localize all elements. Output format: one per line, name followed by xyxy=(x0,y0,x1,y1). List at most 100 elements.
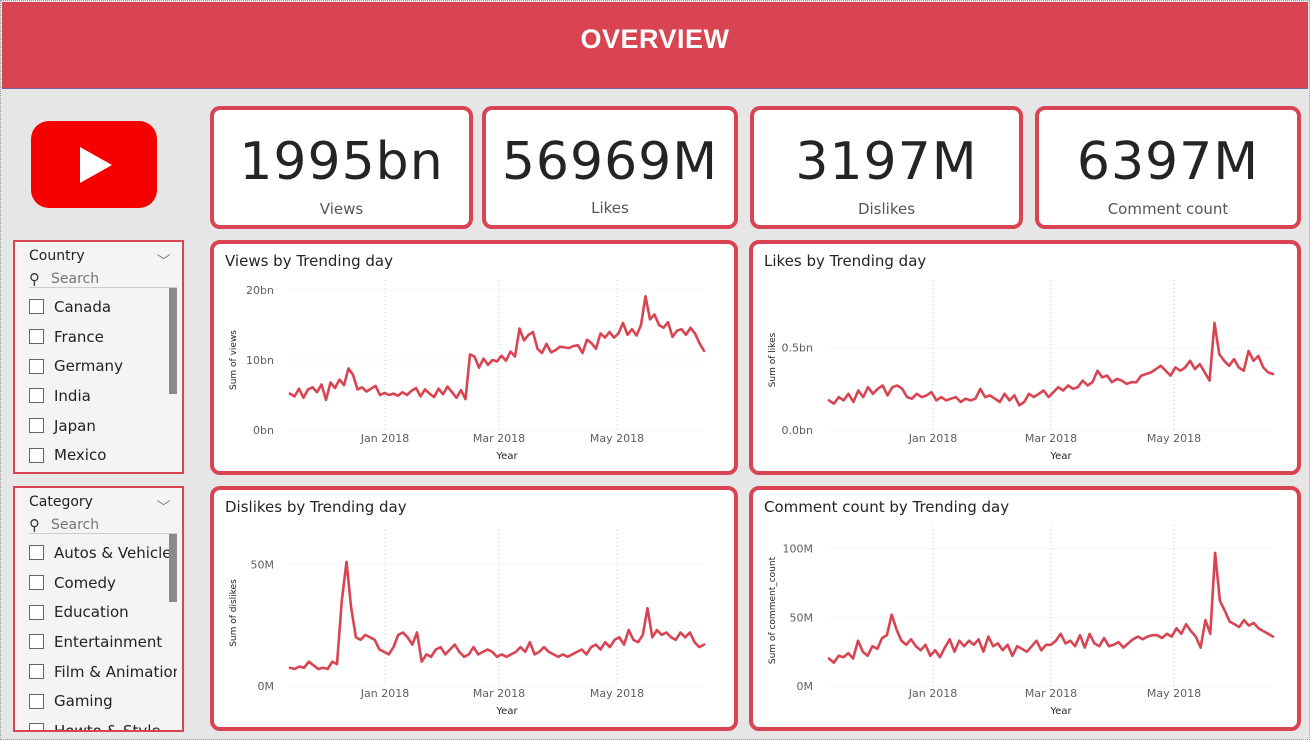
x-tick-label: Jan 2018 xyxy=(908,687,957,700)
slicer-item-label: Gaming xyxy=(54,692,113,711)
slicer-item[interactable]: Canada xyxy=(29,292,177,322)
y-tick-label: 0M xyxy=(797,680,814,693)
kpi-label: Dislikes xyxy=(857,200,916,218)
slicer-item[interactable]: Entertainment xyxy=(29,627,177,657)
kpi-value: 6397M xyxy=(1076,132,1260,192)
comment-count-by-trending-day-chart[interactable]: Comment count by Trending day 0M 50M 100M J… xyxy=(749,486,1301,731)
checkbox[interactable] xyxy=(29,723,44,730)
slicer-item[interactable]: Mexico xyxy=(29,440,177,470)
checkbox[interactable] xyxy=(29,634,44,650)
search-icon: ⚲ xyxy=(29,270,40,288)
search-input[interactable] xyxy=(51,270,171,288)
y-tick-label: 0.5bn xyxy=(782,342,813,355)
kpi-card-likes: 56969M Likes xyxy=(482,106,738,229)
slicer-item-label: Japan xyxy=(54,416,96,435)
x-tick-label: Mar 2018 xyxy=(473,687,525,700)
x-tick-label: May 2018 xyxy=(1147,687,1201,700)
checkbox[interactable] xyxy=(29,575,44,591)
x-axis-title: Year xyxy=(495,451,518,462)
checkbox[interactable] xyxy=(29,418,44,434)
series-line xyxy=(288,294,706,402)
checkbox[interactable] xyxy=(29,664,44,680)
scrollbar[interactable] xyxy=(169,288,177,394)
slicer-item-label: Film & Animation xyxy=(54,662,177,681)
checkbox[interactable] xyxy=(29,693,44,709)
kpi-label: Comment count xyxy=(1107,200,1229,218)
slicer-item-label: Mexico xyxy=(54,446,107,465)
y-axis-title: Sum of dislikes xyxy=(229,579,239,647)
slicer-search[interactable]: ⚲ xyxy=(29,270,177,288)
slicer-item-label: France xyxy=(54,327,104,346)
checkbox[interactable] xyxy=(29,299,44,315)
x-axis-title: Year xyxy=(495,706,518,717)
x-tick-label: Mar 2018 xyxy=(1025,687,1077,700)
comment-count-line-chart: 0M 50M 100M Jan 2018 Mar 2018 May 2018 Year Sum… xyxy=(768,525,1275,717)
y-axis-title: Sum of comment_count xyxy=(768,556,778,664)
kpi-card-views: 1995bn Views xyxy=(210,106,473,229)
kpi-value: 56969M xyxy=(501,132,719,192)
checkbox[interactable] xyxy=(29,604,44,620)
kpi-value: 1995bn xyxy=(239,132,444,192)
slicer-item[interactable]: Germany xyxy=(29,351,177,381)
y-tick-label: 10bn xyxy=(246,354,274,367)
y-tick-label: 50M xyxy=(790,611,814,624)
slicer-item[interactable]: Japan xyxy=(29,411,177,441)
slicer-item[interactable]: Comedy xyxy=(29,568,177,598)
kpi-card-dislikes: 3197M Dislikes xyxy=(750,106,1023,229)
series-line xyxy=(288,560,706,671)
checkbox[interactable] xyxy=(29,388,44,404)
views-line-chart: 0bn 10bn 20bn Jan 2018 Mar 2018 May 2018 Year S… xyxy=(229,280,706,462)
youtube-logo-icon xyxy=(31,121,157,208)
play-icon xyxy=(80,147,112,183)
search-icon: ⚲ xyxy=(29,516,40,534)
kpi-label: Likes xyxy=(591,199,629,217)
chevron-down-icon[interactable]: ⌵ xyxy=(157,494,171,509)
y-tick-label: 0bn xyxy=(253,424,274,437)
slicer-item-label: Canada xyxy=(54,297,112,316)
slicer-item[interactable]: Howto & Style xyxy=(29,716,177,732)
slicer-item-label: Comedy xyxy=(54,573,116,592)
slicer-item[interactable]: Gaming xyxy=(29,686,177,716)
y-tick-label: 0M xyxy=(258,680,275,693)
x-tick-label: Jan 2018 xyxy=(360,432,409,445)
slicer-item-label: Education xyxy=(54,603,129,622)
y-tick-label: 50M xyxy=(251,558,275,571)
slicer-item[interactable]: India xyxy=(29,381,177,411)
slicer-item-label: Howto & Style xyxy=(54,721,161,732)
slicer-item[interactable]: Education xyxy=(29,597,177,627)
x-axis-title: Year xyxy=(1049,706,1072,717)
slicer-title: Country xyxy=(29,248,85,264)
y-tick-label: 100M xyxy=(783,543,814,556)
x-tick-label: Jan 2018 xyxy=(360,687,409,700)
likes-line-chart: 0.0bn 0.5bn Jan 2018 Mar 2018 May 2018 Year Su… xyxy=(768,280,1275,462)
slicer-item-label: Germany xyxy=(54,357,123,376)
checkbox[interactable] xyxy=(29,358,44,374)
search-input[interactable] xyxy=(51,516,171,534)
x-tick-label: May 2018 xyxy=(590,432,644,445)
dislikes-by-trending-day-chart[interactable]: Dislikes by Trending day 0M 50M Jan 2018 Ma… xyxy=(210,486,738,731)
chevron-down-icon[interactable]: ⌵ xyxy=(157,248,171,263)
x-tick-label: Jan 2018 xyxy=(908,432,957,445)
checkbox[interactable] xyxy=(29,447,44,463)
y-tick-label: 20bn xyxy=(246,284,274,297)
kpi-value: 3197M xyxy=(795,132,978,192)
x-axis-title: Year xyxy=(1049,451,1072,462)
slicer-item-label: India xyxy=(54,386,91,405)
slicer-item-label: Autos & Vehicles xyxy=(54,543,177,562)
likes-by-trending-day-chart[interactable]: Likes by Trending day 0.0bn 0.5bn Jan 2018… xyxy=(749,240,1301,475)
y-axis-title: Sum of views xyxy=(229,330,239,390)
slicer-search[interactable]: ⚲ xyxy=(29,516,177,534)
x-tick-label: May 2018 xyxy=(1147,432,1201,445)
slicer-item[interactable]: Autos & Vehicles xyxy=(29,538,177,568)
slicer-item[interactable]: France xyxy=(29,322,177,352)
slicer-item[interactable]: Film & Animation xyxy=(29,657,177,687)
views-by-trending-day-chart[interactable]: Views by Trending day 0bn 10bn 20bn Jan 201… xyxy=(210,240,738,475)
checkbox[interactable] xyxy=(29,329,44,345)
category-slicer: Category ⌵ ⚲ Autos & Vehicles Comedy Edu… xyxy=(13,486,184,732)
country-slicer: Country ⌵ ⚲ Canada France Germany India … xyxy=(13,240,184,474)
scrollbar[interactable] xyxy=(169,534,177,602)
y-tick-label: 0.0bn xyxy=(782,424,813,437)
kpi-card-comment-count: 6397M Comment count xyxy=(1035,106,1301,229)
x-tick-label: Mar 2018 xyxy=(1025,432,1077,445)
checkbox[interactable] xyxy=(29,545,44,561)
